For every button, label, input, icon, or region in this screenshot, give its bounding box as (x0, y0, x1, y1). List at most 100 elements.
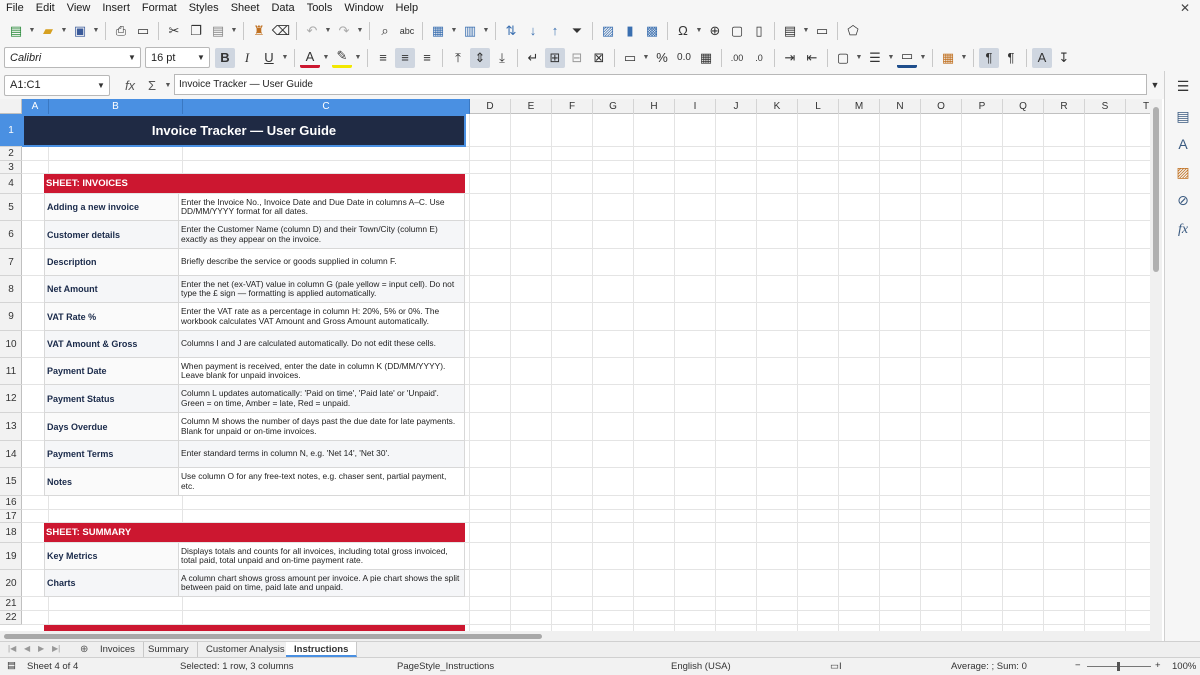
instruction-label[interactable]: Days Overdue (44, 413, 178, 441)
new-dropdown-icon[interactable]: ▼ (28, 21, 36, 41)
left-to-right-icon[interactable]: ¶ (979, 47, 999, 68)
border-color-dropdown-icon[interactable]: ▼ (919, 48, 927, 68)
right-to-left-icon[interactable]: ¶ (1001, 48, 1021, 68)
paste-dropdown-icon[interactable]: ▼ (230, 21, 238, 41)
expand-formula-icon[interactable]: ▼ (1145, 75, 1165, 95)
instruction-label[interactable]: Key Metrics (44, 543, 178, 570)
row-dropdown-icon[interactable]: ▼ (450, 21, 458, 41)
select-all-corner[interactable] (0, 99, 22, 114)
column-header-i[interactable]: I (675, 99, 716, 114)
chevron-down-icon[interactable]: ▼ (124, 53, 140, 62)
insert-image-icon[interactable]: ▨ (598, 21, 618, 41)
row-icon[interactable]: ▦ (428, 21, 448, 41)
column-header-p[interactable]: P (962, 99, 1003, 114)
new-document-icon[interactable]: ▤ (6, 21, 26, 41)
print-preview-icon[interactable]: ▭ (133, 21, 153, 41)
hyperlink-icon[interactable]: ⊕ (705, 21, 725, 41)
paste-icon[interactable]: ▤ (208, 21, 228, 41)
last-sheet-icon[interactable]: ▶| (52, 644, 60, 653)
column-header-f[interactable]: F (552, 99, 593, 114)
currency-format-icon[interactable]: ▭ (620, 48, 640, 68)
cell-area[interactable]: Invoice Tracker — User Guide SHEET: INVOI… (22, 114, 1152, 631)
sum-dropdown-icon[interactable]: ▼ (164, 75, 172, 95)
save-dropdown-icon[interactable]: ▼ (92, 21, 100, 41)
menu-format[interactable]: Format (136, 0, 183, 17)
row-header-1[interactable]: 1 (0, 114, 22, 147)
column-header-j[interactable]: J (716, 99, 757, 114)
instruction-description[interactable]: Displays totals and counts for all invoi… (178, 543, 465, 570)
border-style-icon[interactable]: ☰ (865, 48, 885, 68)
row-header-22[interactable]: 22 (0, 611, 22, 625)
align-middle-icon[interactable]: ⇕ (470, 47, 490, 68)
chevron-down-icon[interactable]: ▼ (193, 53, 209, 62)
find-replace-icon[interactable]: ⌕ (375, 21, 395, 41)
decrease-indent-icon[interactable]: ⇤ (802, 48, 822, 68)
section-header[interactable]: SHEET: SUMMARY (44, 523, 465, 542)
copy-icon[interactable]: ❐ (186, 21, 206, 41)
currency-dropdown-icon[interactable]: ▼ (642, 48, 650, 68)
row-header-3[interactable]: 3 (0, 161, 22, 174)
row-header-18[interactable]: 18 (0, 523, 22, 543)
section-header[interactable]: SHEET: INVOICES (44, 174, 465, 193)
conditional-dropdown-icon[interactable]: ▼ (960, 48, 968, 68)
redo-dropdown-icon[interactable]: ▼ (356, 21, 364, 41)
special-character-dropdown-icon[interactable]: ▼ (695, 21, 703, 41)
instruction-description[interactable]: Enter the Invoice No., Invoice Date and … (178, 194, 465, 221)
undo-dropdown-icon[interactable]: ▼ (324, 21, 332, 41)
open-folder-icon[interactable]: ▰ (38, 21, 58, 41)
instruction-label[interactable]: Payment Terms (44, 441, 178, 468)
sheet-tab-customer-analysis[interactable]: Customer Analysis (198, 642, 294, 657)
vertical-scrollbar[interactable] (1150, 99, 1162, 631)
align-top-icon[interactable]: ⤒ (448, 48, 468, 68)
instruction-label[interactable]: VAT Rate % (44, 303, 178, 331)
gallery-icon[interactable]: ▨ (1174, 163, 1192, 181)
special-character-icon[interactable]: Ω (673, 21, 693, 41)
font-name-box[interactable]: Calibri ▼ (4, 47, 141, 68)
show-draw-functions-icon[interactable]: ⬠ (843, 21, 863, 41)
column-header-g[interactable]: G (593, 99, 634, 114)
instruction-description[interactable]: Enter standard terms in column N, e.g. '… (178, 441, 465, 468)
border-color-icon[interactable]: ▭ (897, 48, 917, 68)
instruction-description[interactable]: Enter the Customer Name (column D) and t… (178, 221, 465, 249)
column-header-q[interactable]: Q (1003, 99, 1044, 114)
open-dropdown-icon[interactable]: ▼ (60, 21, 68, 41)
header-footer-icon[interactable]: ▯ (749, 21, 769, 41)
column-header-n[interactable]: N (880, 99, 921, 114)
borders-dropdown-icon[interactable]: ▼ (855, 48, 863, 68)
column-header-s[interactable]: S (1085, 99, 1126, 114)
clone-formatting-icon[interactable]: ♜ (249, 21, 269, 41)
instruction-label[interactable]: Description (44, 249, 178, 276)
horizontal-scrollbar[interactable] (0, 631, 1162, 641)
chevron-down-icon[interactable]: ▼ (93, 81, 109, 90)
first-sheet-icon[interactable]: |◀ (8, 644, 16, 653)
row-header-16[interactable]: 16 (0, 496, 22, 510)
column-header-b[interactable]: B (49, 99, 183, 114)
autofilter-icon[interactable]: ⏷ (567, 21, 587, 41)
instruction-label[interactable]: Adding a new invoice (44, 194, 178, 221)
insert-chart-icon[interactable]: ▮ (620, 21, 640, 41)
border-style-dropdown-icon[interactable]: ▼ (887, 48, 895, 68)
column-header-m[interactable]: M (839, 99, 880, 114)
page-style[interactable]: PageStyle_Instructions (397, 661, 494, 672)
underline-icon[interactable]: U (259, 48, 279, 68)
instruction-label[interactable]: Notes (44, 468, 178, 496)
row-header-7[interactable]: 7 (0, 249, 22, 276)
column-header-l[interactable]: L (798, 99, 839, 114)
row-header-12[interactable]: 12 (0, 385, 22, 413)
horizontal-scroll-thumb[interactable] (4, 634, 542, 639)
highlight-dropdown-icon[interactable]: ▼ (354, 48, 362, 68)
row-header-11[interactable]: 11 (0, 358, 22, 385)
row-header-8[interactable]: 8 (0, 276, 22, 303)
comment-icon[interactable]: ▢ (727, 21, 747, 41)
font-color-icon[interactable]: A (300, 48, 320, 68)
guide-title-cell[interactable]: Invoice Tracker — User Guide (22, 114, 466, 147)
sidebar-menu-icon[interactable]: ☰ (1174, 77, 1192, 95)
menu-window[interactable]: Window (338, 0, 389, 17)
spelling-icon[interactable]: abc (397, 21, 417, 41)
instruction-description[interactable]: When payment is received, enter the date… (178, 358, 465, 385)
instruction-description[interactable]: Column L updates automatically: 'Paid on… (178, 385, 465, 413)
instruction-description[interactable]: Enter the VAT rate as a percentage in co… (178, 303, 465, 331)
row-header-17[interactable]: 17 (0, 510, 22, 523)
redo-icon[interactable]: ↷ (334, 21, 354, 41)
add-sheet-icon[interactable]: ⊕ (80, 644, 88, 655)
